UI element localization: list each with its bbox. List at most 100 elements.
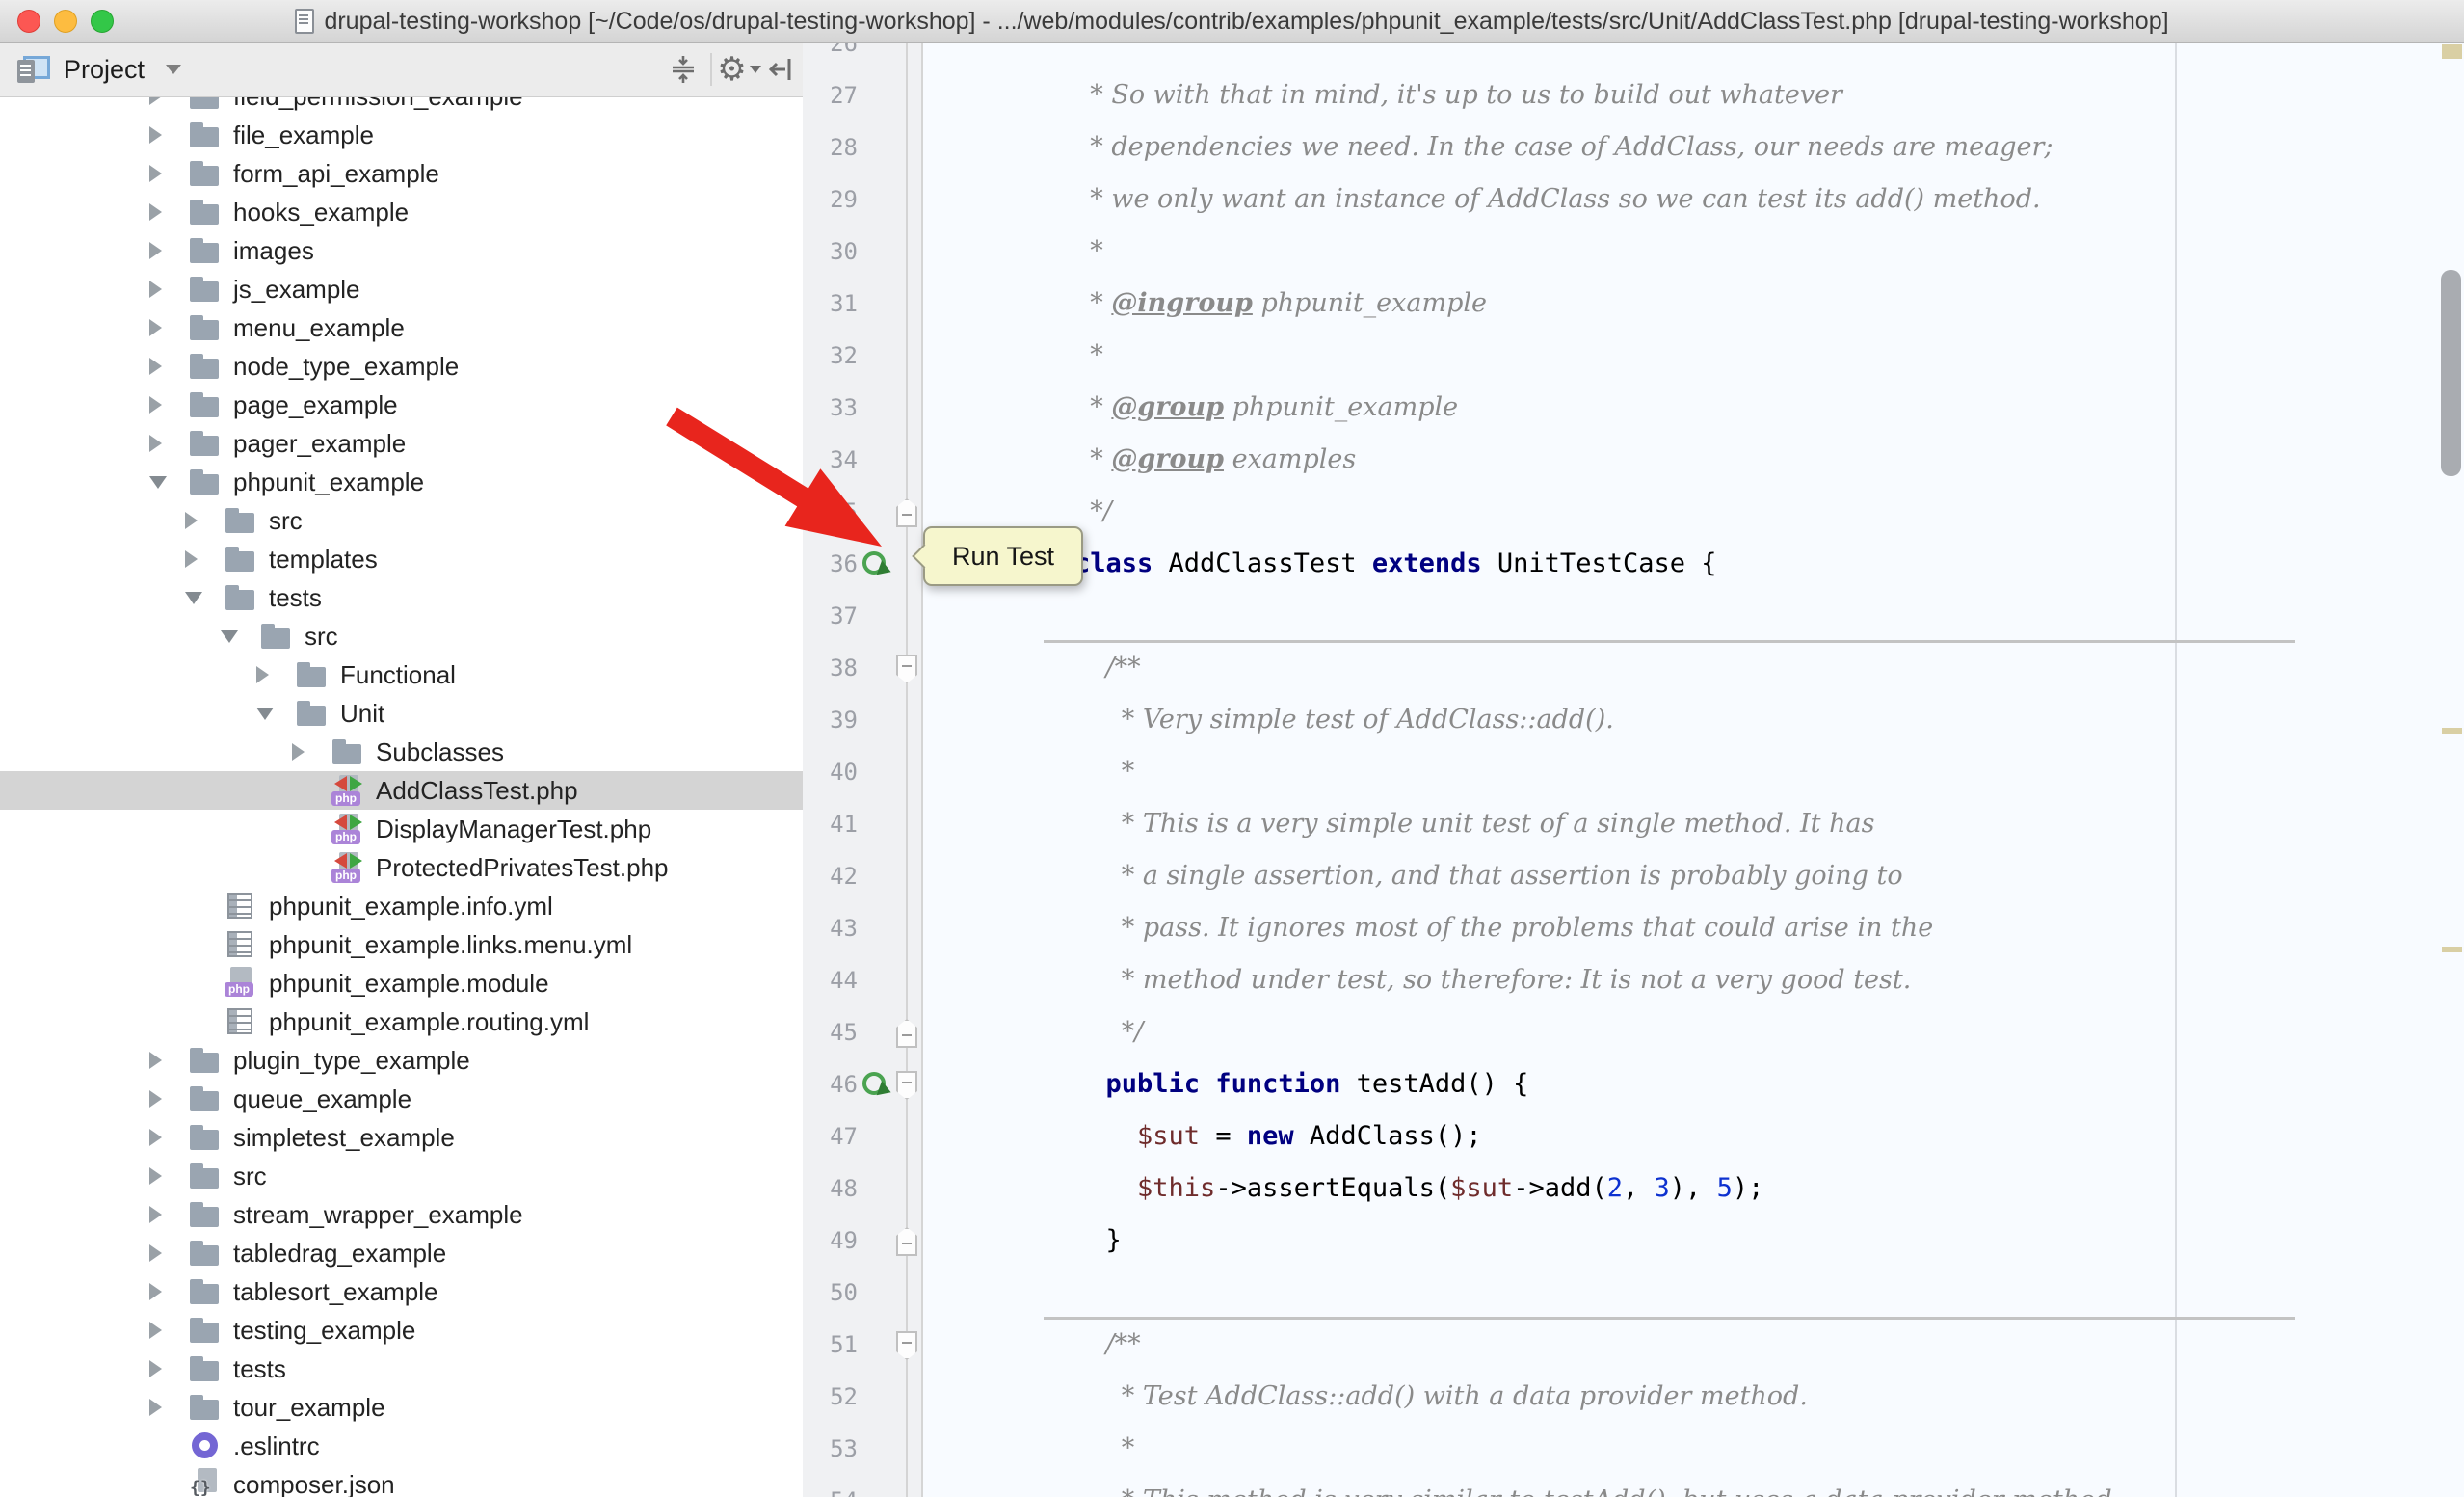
tree-item-src[interactable]: src xyxy=(0,1157,803,1195)
code-line-48[interactable]: $this->assertEquals($sut->add(2, 3), 5); xyxy=(1044,1163,2442,1215)
tree-item-page-example[interactable]: page_example xyxy=(0,386,803,424)
expand-arrow-icon[interactable] xyxy=(149,1360,162,1377)
collapse-arrow-icon[interactable] xyxy=(149,476,167,489)
tree-item-src[interactable]: src xyxy=(0,501,803,540)
minimize-button[interactable] xyxy=(54,10,77,33)
expand-arrow-icon[interactable] xyxy=(256,666,269,683)
tree-item-pager-example[interactable]: pager_example xyxy=(0,424,803,463)
chevron-down-icon[interactable] xyxy=(166,65,181,74)
tree-item-images[interactable]: images xyxy=(0,231,803,270)
tree-item-src[interactable]: src xyxy=(0,617,803,655)
settings-button[interactable]: ⚙ xyxy=(718,50,760,89)
code-line-40[interactable]: * xyxy=(1044,746,2442,798)
tree-item-js-example[interactable]: js_example xyxy=(0,270,803,308)
code-line-37[interactable] xyxy=(1044,590,2442,642)
run-test-tooltip[interactable]: Run Test xyxy=(923,526,1083,586)
expand-arrow-icon[interactable] xyxy=(149,1129,162,1146)
tree-item-tests[interactable]: tests xyxy=(0,1350,803,1388)
fold-marker-start[interactable] xyxy=(896,655,917,683)
code-line-51[interactable]: /** xyxy=(1044,1319,2442,1371)
project-panel-title[interactable]: Project xyxy=(64,55,145,85)
expand-arrow-icon[interactable] xyxy=(149,1322,162,1339)
code-line-54[interactable]: * This method is very similar to testAdd… xyxy=(1044,1475,2442,1497)
code-line-52[interactable]: * Test AddClass::add() with a data provi… xyxy=(1044,1371,2442,1423)
fold-marker-start[interactable] xyxy=(896,1331,917,1360)
expand-arrow-icon[interactable] xyxy=(149,435,162,452)
expand-arrow-icon[interactable] xyxy=(149,1167,162,1185)
tree-item-hooks-example[interactable]: hooks_example xyxy=(0,193,803,231)
tree-item-displaymanagertest-php[interactable]: phpDisplayManagerTest.php xyxy=(0,810,803,848)
error-stripe-mark[interactable] xyxy=(2442,44,2462,59)
expand-arrow-icon[interactable] xyxy=(149,358,162,375)
code-line-27[interactable]: * So with that in mind, it's up to us to… xyxy=(1044,69,2442,121)
fold-marker-end[interactable] xyxy=(896,498,917,527)
code-line-45[interactable]: */ xyxy=(1044,1006,2442,1058)
tree-item-form-api-example[interactable]: form_api_example xyxy=(0,154,803,193)
tree-item-composer-json[interactable]: {}composer.json xyxy=(0,1465,803,1497)
error-stripe-mark[interactable] xyxy=(2442,947,2462,952)
expand-arrow-icon[interactable] xyxy=(149,1090,162,1108)
tree-item-phpunit-example[interactable]: phpunit_example xyxy=(0,463,803,501)
expand-arrow-icon[interactable] xyxy=(149,1052,162,1069)
tree-item-phpunit-example-routing-yml[interactable]: phpunit_example.routing.yml xyxy=(0,1002,803,1041)
code-line-42[interactable]: * a single assertion, and that assertion… xyxy=(1044,850,2442,902)
code-line-30[interactable]: * xyxy=(1044,226,2442,278)
code-line-29[interactable]: * we only want an instance of AddClass s… xyxy=(1044,174,2442,226)
expand-arrow-icon[interactable] xyxy=(292,743,305,761)
code-line-35[interactable]: */ xyxy=(1044,486,2442,538)
code-line-46[interactable]: public function testAdd() { xyxy=(1044,1058,2442,1110)
tree-item-unit[interactable]: Unit xyxy=(0,694,803,733)
expand-arrow-icon[interactable] xyxy=(149,126,162,144)
zoom-button[interactable] xyxy=(91,10,114,33)
editor-scrollbar-thumb[interactable] xyxy=(2441,270,2461,476)
code-line-47[interactable]: $sut = new AddClass(); xyxy=(1044,1110,2442,1163)
expand-arrow-icon[interactable] xyxy=(185,550,198,568)
tree-item-testing-example[interactable]: testing_example xyxy=(0,1311,803,1350)
collapse-all-button[interactable] xyxy=(662,50,704,89)
tree-item-tabledrag-example[interactable]: tabledrag_example xyxy=(0,1234,803,1272)
run-test-gutter-icon[interactable] xyxy=(862,1072,895,1101)
code-line-44[interactable]: * method under test, so therefore: It is… xyxy=(1044,954,2442,1006)
run-test-gutter-icon[interactable] xyxy=(862,551,895,580)
expand-arrow-icon[interactable] xyxy=(149,1244,162,1262)
tree-item-phpunit-example-module[interactable]: phpphpunit_example.module xyxy=(0,964,803,1002)
code-line-28[interactable]: * dependencies we need. In the case of A… xyxy=(1044,121,2442,174)
tree-item-addclasstest-php[interactable]: phpAddClassTest.php xyxy=(0,771,803,810)
code-line-41[interactable]: * This is a very simple unit test of a s… xyxy=(1044,798,2442,850)
expand-arrow-icon[interactable] xyxy=(149,165,162,182)
close-button[interactable] xyxy=(17,10,40,33)
expand-arrow-icon[interactable] xyxy=(149,281,162,298)
hide-panel-button[interactable] xyxy=(760,50,803,89)
tree-item-phpunit-example-info-yml[interactable]: phpunit_example.info.yml xyxy=(0,887,803,925)
tree-item-subclasses[interactable]: Subclasses xyxy=(0,733,803,771)
tree-item-tour-example[interactable]: tour_example xyxy=(0,1388,803,1427)
tree-item-tests[interactable]: tests xyxy=(0,578,803,617)
code-editor[interactable]: * So with that in mind, it's up to us to… xyxy=(803,42,2464,1497)
expand-arrow-icon[interactable] xyxy=(149,1206,162,1223)
tree-item-templates[interactable]: templates xyxy=(0,540,803,578)
collapse-arrow-icon[interactable] xyxy=(185,592,202,604)
tree-item-queue-example[interactable]: queue_example xyxy=(0,1080,803,1118)
code-line-32[interactable]: * xyxy=(1044,330,2442,382)
expand-arrow-icon[interactable] xyxy=(149,1283,162,1300)
document-proxy-icon[interactable] xyxy=(295,9,314,34)
code-line-43[interactable]: * pass. It ignores most of the problems … xyxy=(1044,902,2442,954)
tree-item-node-type-example[interactable]: node_type_example xyxy=(0,347,803,386)
tree-item-tablesort-example[interactable]: tablesort_example xyxy=(0,1272,803,1311)
editor-gutter[interactable]: 2627282930313233343536373839404142434445… xyxy=(803,42,923,1497)
code-line-36[interactable]: class AddClassTest extends UnitTestCase … xyxy=(1044,538,2442,590)
tree-item-eslintrc[interactable]: .eslintrc xyxy=(0,1427,803,1465)
fold-marker-start[interactable] xyxy=(896,1071,917,1100)
tree-item-plugin-type-example[interactable]: plugin_type_example xyxy=(0,1041,803,1080)
code-line-39[interactable]: * Very simple test of AddClass::add(). xyxy=(1044,694,2442,746)
code-line-26[interactable] xyxy=(1044,42,2442,69)
expand-arrow-icon[interactable] xyxy=(149,1399,162,1416)
collapse-arrow-icon[interactable] xyxy=(221,630,238,643)
tree-item-simpletest-example[interactable]: simpletest_example xyxy=(0,1118,803,1157)
code-line-49[interactable]: } xyxy=(1044,1215,2442,1267)
expand-arrow-icon[interactable] xyxy=(149,319,162,336)
tree-item-file-example[interactable]: file_example xyxy=(0,116,803,154)
tree-item-stream-wrapper-example[interactable]: stream_wrapper_example xyxy=(0,1195,803,1234)
expand-arrow-icon[interactable] xyxy=(149,203,162,221)
collapse-arrow-icon[interactable] xyxy=(256,708,274,720)
